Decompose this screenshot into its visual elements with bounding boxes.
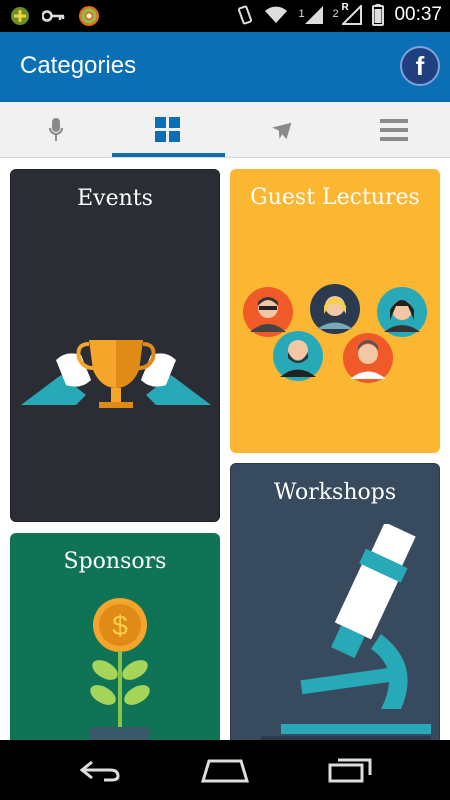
tab-travel[interactable] [225,102,337,158]
guest-lectures-card-title: Guest Lectures [250,185,420,210]
recent-apps-icon [328,758,372,783]
status-time: 00:37 [394,4,442,25]
airplane-icon [272,122,292,140]
speakers-avatars-icon [243,284,427,383]
battery-icon [372,4,385,26]
sync-icon [79,6,99,26]
system-nav-bar [0,740,450,800]
roaming-signal-icon: 2 R [332,2,363,26]
wifi-icon [265,6,288,23]
events-card[interactable]: Events [10,169,220,522]
facebook-icon: f [415,51,425,81]
back-button[interactable] [70,754,130,786]
tab-speakers[interactable] [0,102,112,158]
money-plant-icon: $ [90,598,150,745]
status-bar: 1 2 R 00:37 [0,0,450,32]
grid-icon [155,117,180,142]
app-bar: Categories f [0,32,450,102]
guest-lectures-card[interactable]: Guest Lectures [230,169,440,453]
signal-icon: 1 [298,4,324,26]
workshops-card[interactable]: Workshops [230,463,440,753]
key-icon [42,10,65,22]
events-card-title: Events [77,186,153,211]
microscope-icon [261,524,431,744]
sponsors-card[interactable]: Sponsors $ [10,533,220,753]
facebook-button[interactable]: f [400,46,440,86]
page-title: Categories [20,52,137,79]
svg-text:$: $ [112,610,128,641]
app-notification-icon [11,7,29,25]
sponsors-card-title: Sponsors [63,549,167,574]
recent-apps-button[interactable] [320,754,380,786]
tab-selected-indicator [112,153,225,157]
tab-menu[interactable] [338,102,450,158]
tab-bar [0,102,450,158]
microphone-icon [49,118,63,141]
back-icon [79,760,120,782]
sim-2-label: 2 [332,8,339,20]
workshops-card-title: Workshops [273,480,397,505]
home-button[interactable] [195,754,255,786]
vibrate-icon [238,5,253,25]
tab-categories[interactable] [112,102,224,158]
trophy-icon [21,340,211,408]
menu-icon [380,119,408,141]
home-icon [201,759,249,783]
